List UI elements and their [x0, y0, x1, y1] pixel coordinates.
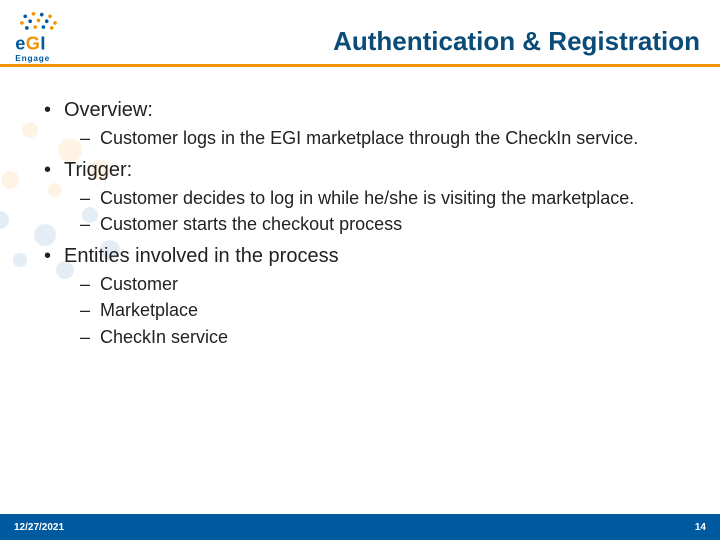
slide-title: Authentication & Registration	[333, 26, 700, 57]
footer-page-number: 14	[695, 522, 706, 533]
bullet-overview-item: Customer logs in the EGI marketplace thr…	[40, 127, 690, 150]
logo-letter-g: G	[26, 33, 41, 53]
bullet-entities-item: Marketplace	[40, 299, 690, 322]
logo-subtitle: Engage	[15, 54, 50, 63]
title-underline	[0, 64, 720, 67]
content-area: Overview: Customer logs in the EGI marke…	[40, 90, 690, 348]
footer-date: 12/27/2021	[14, 522, 64, 533]
bullet-entities-item: Customer	[40, 273, 690, 296]
bullet-overview: Overview:	[40, 98, 690, 123]
bullet-trigger-item: Customer starts the checkout process	[40, 213, 690, 236]
svg-text:eGI: eGI	[15, 33, 46, 53]
bullet-entities-item: CheckIn service	[40, 326, 690, 349]
bullet-trigger: Trigger:	[40, 158, 690, 183]
footer: 12/27/2021 14	[0, 514, 720, 540]
slide: eGI Engage Authentication & Registration…	[0, 0, 720, 540]
logo-letter-e: e	[15, 33, 26, 53]
bullet-entities: Entities involved in the process	[40, 244, 690, 269]
bullet-trigger-item: Customer decides to log in while he/she …	[40, 187, 690, 210]
logo: eGI Engage	[10, 8, 110, 66]
logo-letter-i: I	[40, 33, 45, 53]
